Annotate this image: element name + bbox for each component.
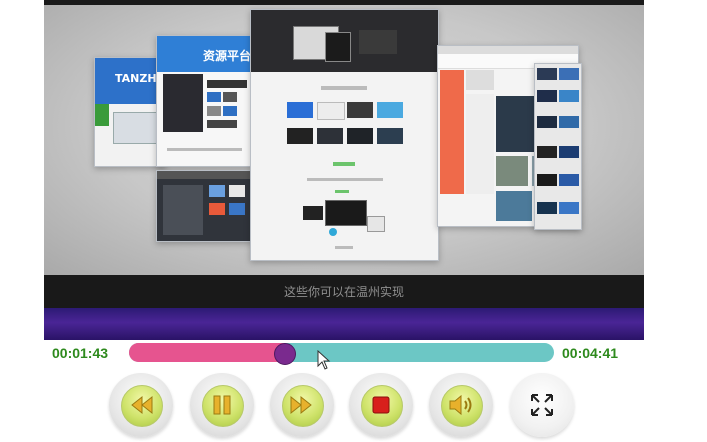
brand-text-cn: 资源平台	[203, 49, 252, 63]
progress-thumb[interactable]	[273, 343, 296, 365]
subtitle-bar: 这些你可以在温州实现	[44, 275, 644, 308]
pause-icon	[213, 395, 231, 415]
progress-bar[interactable]	[129, 343, 554, 362]
stop-button[interactable]	[349, 373, 413, 437]
pause-button[interactable]	[190, 373, 254, 437]
video-bottom-band	[44, 308, 644, 340]
fast-forward-button[interactable]	[270, 373, 334, 437]
rewind-button[interactable]	[109, 373, 173, 437]
fullscreen-button[interactable]	[510, 373, 574, 437]
mouse-cursor-icon	[317, 350, 331, 370]
video-scene: TANZHO 资源平台	[44, 5, 644, 275]
current-time: 00:01:43	[52, 345, 109, 361]
rewind-icon	[131, 395, 153, 415]
video-frame[interactable]: TANZHO 资源平台 这些你可以在温州实现	[44, 0, 644, 340]
fast-forward-icon	[290, 395, 312, 415]
volume-button[interactable]	[429, 373, 493, 437]
subtitle-text: 这些你可以在温州实现	[283, 285, 404, 299]
website-mockup-dark	[156, 170, 253, 242]
progress-played	[129, 343, 285, 362]
website-mockup-resources: 资源平台	[156, 35, 253, 167]
stop-icon	[372, 396, 390, 414]
fullscreen-icon	[531, 394, 553, 416]
website-mockup-center	[250, 9, 439, 261]
website-mockup-right-strip	[534, 63, 582, 230]
volume-icon	[449, 394, 472, 416]
total-time: 00:04:41	[562, 345, 619, 361]
